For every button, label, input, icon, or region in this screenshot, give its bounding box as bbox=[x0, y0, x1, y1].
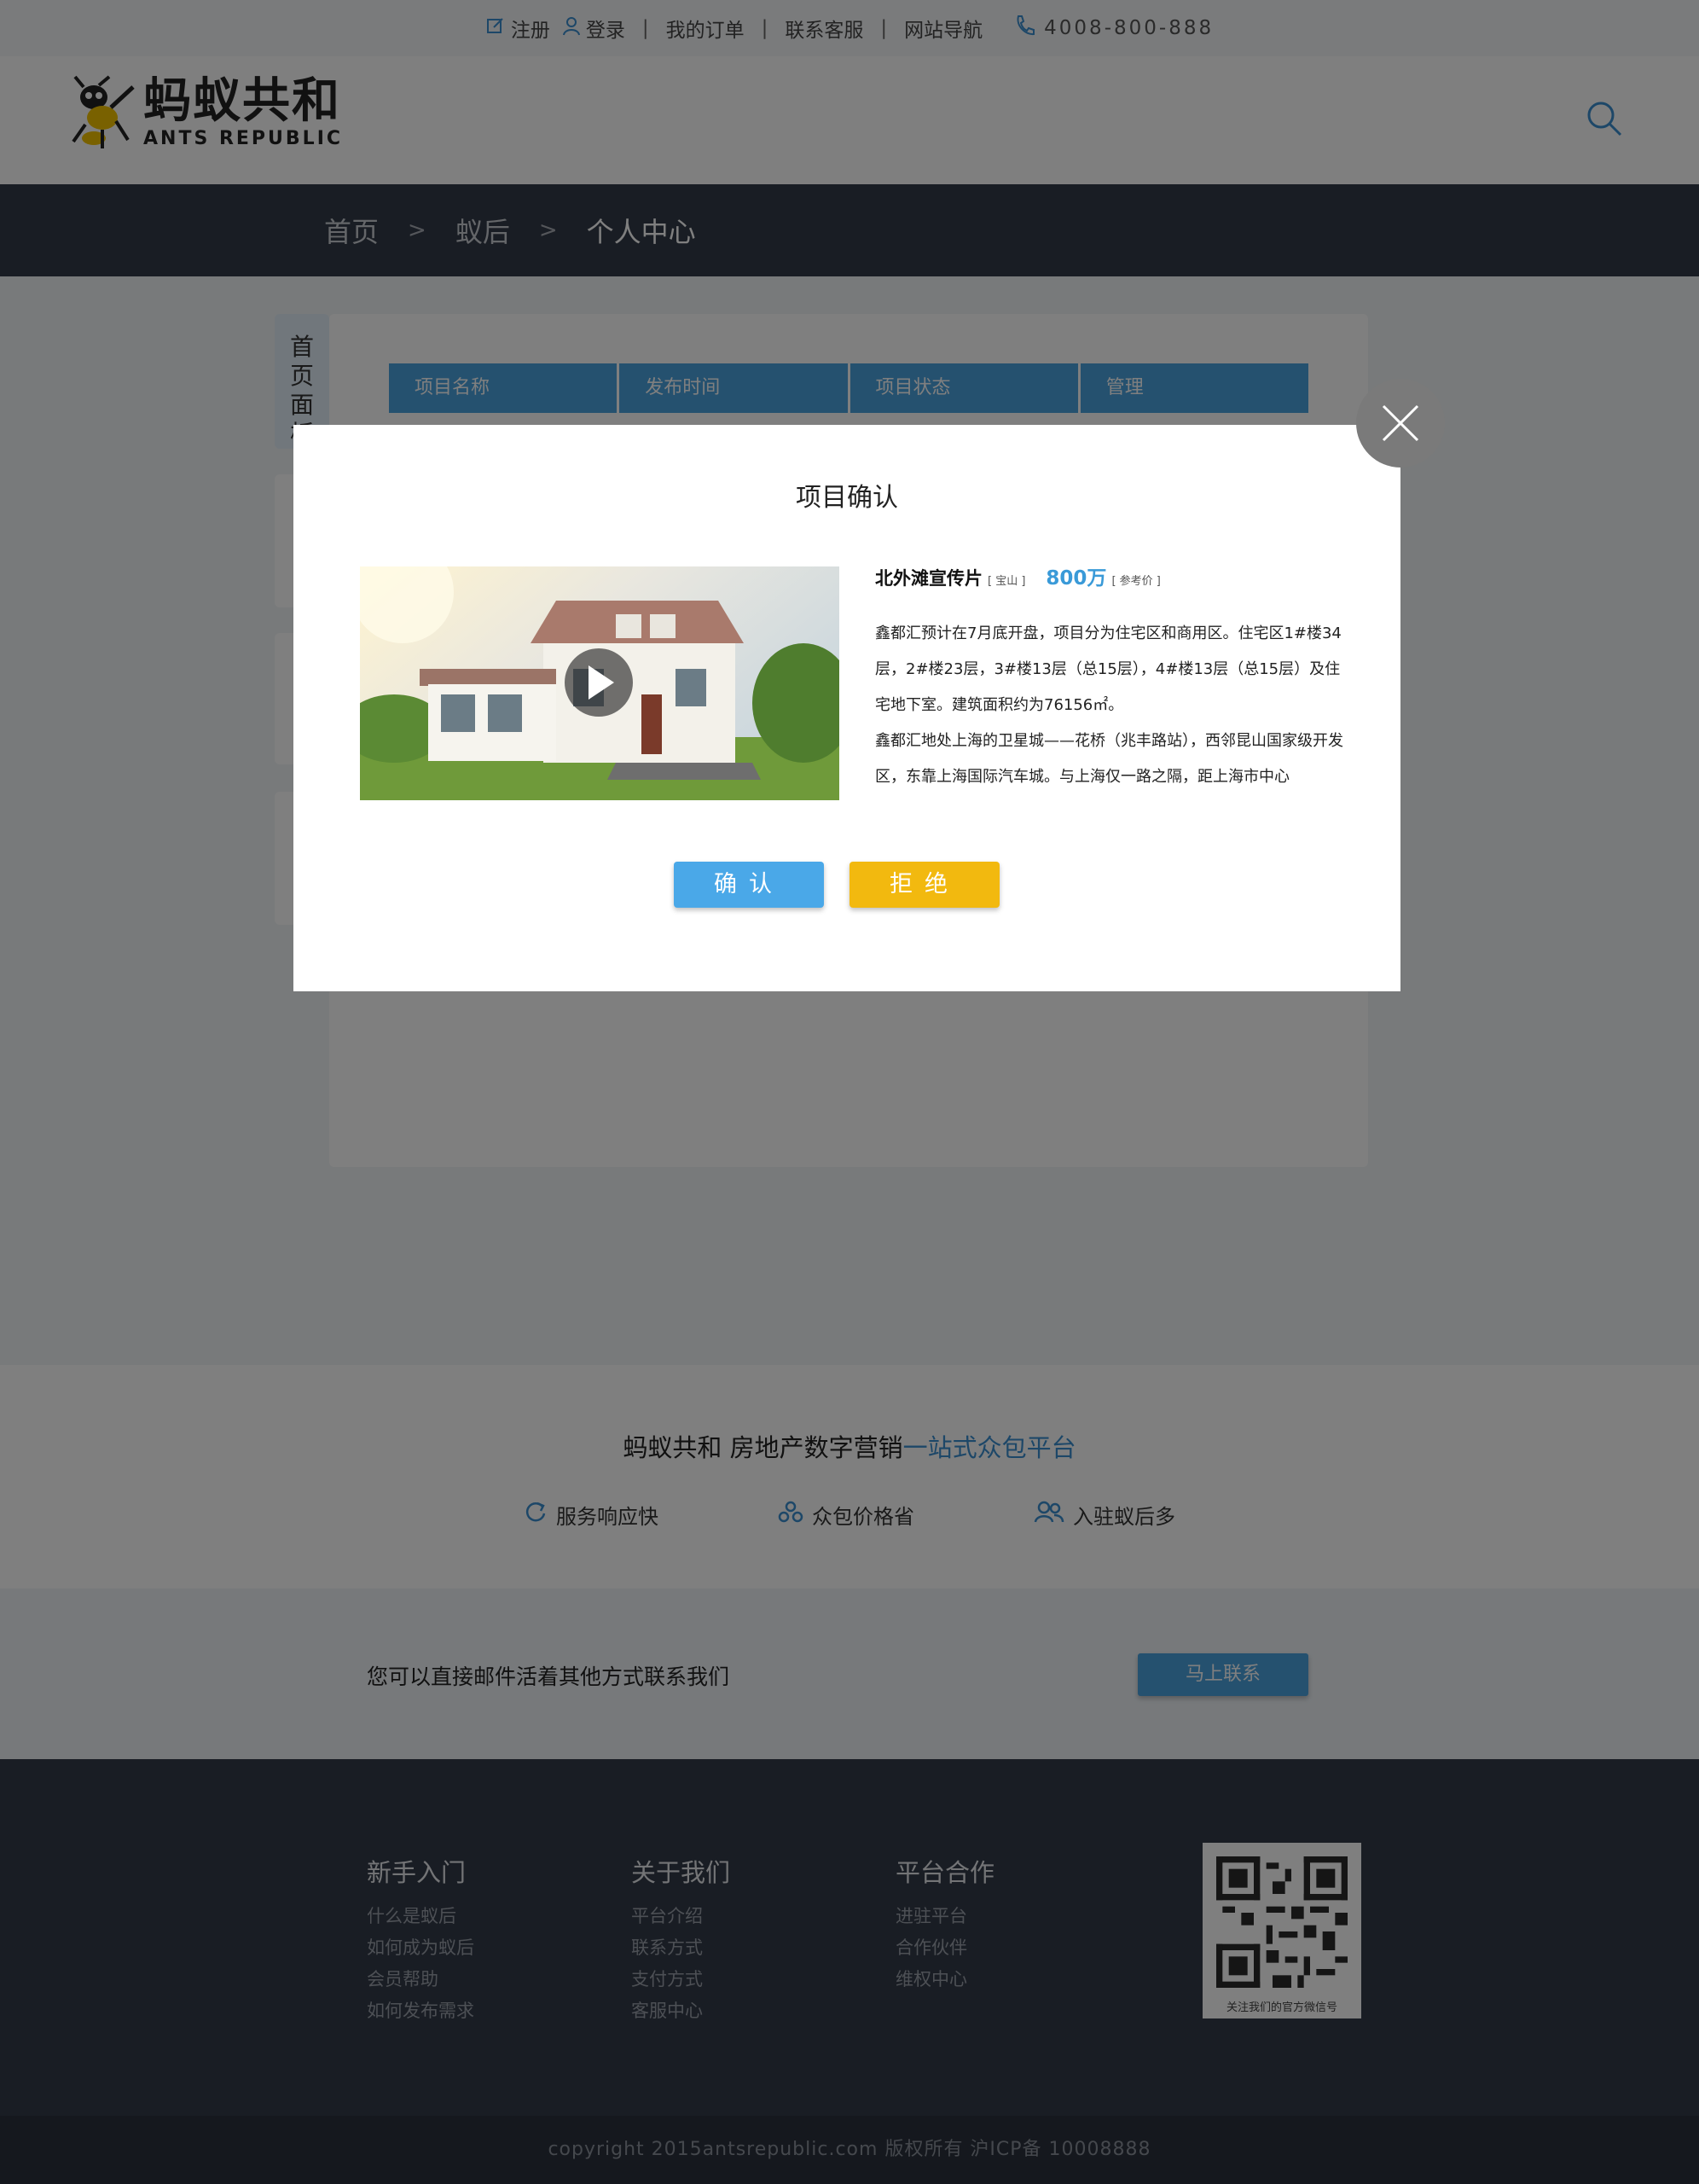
price-tag: [ 参考价 ] bbox=[1111, 575, 1161, 588]
reject-button[interactable]: 拒绝 bbox=[850, 862, 1000, 908]
close-icon[interactable] bbox=[1356, 379, 1445, 468]
dialog-title: 项目确认 bbox=[796, 483, 898, 513]
modal-backdrop[interactable] bbox=[0, 0, 1699, 2184]
project-confirm-dialog: 项目确认 北外滩宣传片 [宝山] 800万 [参考价] 鑫都汇预计在7月… bbox=[293, 425, 1400, 991]
project-name: 北外滩宣传片 bbox=[875, 568, 983, 589]
project-price: 800万 bbox=[1046, 567, 1107, 590]
description-paragraph: 鑫都汇地处上海的卫星城——花桥（兆丰路站），西邻昆山国家级开发区，东靠上海国际汽… bbox=[875, 732, 1343, 786]
project-info: 北外滩宣传片 [ 宝山 ] 800万 [ 参考价 ] 鑫都汇预计在7月底开盘，项… bbox=[875, 561, 1353, 793]
project-description: 鑫都汇预计在7月底开盘，项目分为住宅区和商用区。住宅区1#楼34层，2#楼23层… bbox=[875, 616, 1353, 793]
project-video-thumbnail[interactable] bbox=[360, 566, 839, 800]
confirm-button[interactable]: 确认 bbox=[674, 862, 824, 908]
description-paragraph: 鑫都汇预计在7月底开盘，项目分为住宅区和商用区。住宅区1#楼34层，2#楼23层… bbox=[875, 624, 1342, 714]
district-tag: [ 宝山 ] bbox=[988, 575, 1026, 588]
